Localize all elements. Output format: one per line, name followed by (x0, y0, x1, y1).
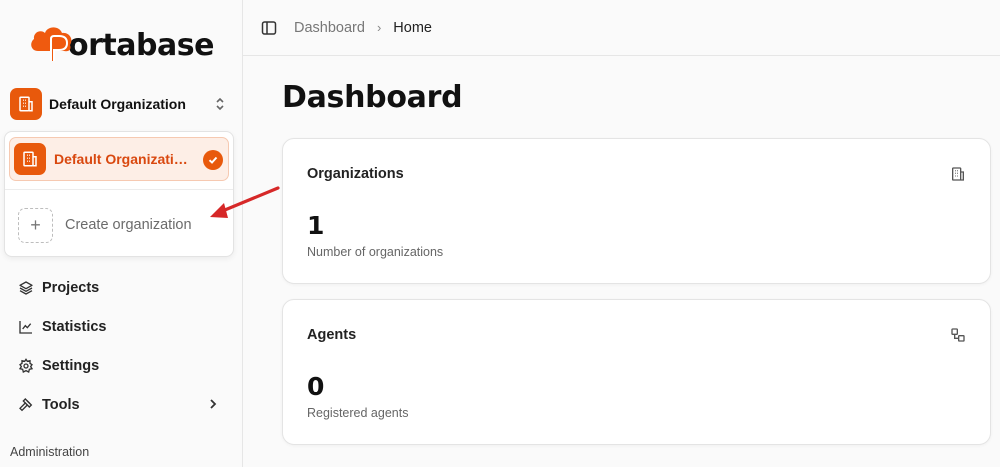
breadcrumb-chevron-icon: › (376, 20, 382, 35)
card-value: 1 (307, 211, 325, 240)
sidebar-item-tools[interactable]: Tools (18, 385, 226, 424)
network-icon (951, 328, 965, 342)
sidebar-item-label: Statistics (42, 318, 107, 335)
sidebar-item-label: Tools (42, 396, 80, 413)
app-logo[interactable]: ortabase (28, 18, 214, 64)
cloud-logo-icon (28, 21, 76, 61)
chevron-up-down-icon (216, 97, 224, 111)
org-menu-item-label: Default Organization (54, 151, 190, 167)
create-organization-button[interactable]: + Create organization (18, 207, 192, 243)
gear-icon (18, 357, 34, 373)
page-title: Dashboard (282, 80, 463, 115)
check-circle-icon (203, 150, 223, 170)
sidebar-toggle-icon[interactable] (261, 20, 277, 36)
top-bar: Dashboard › Home (243, 0, 1000, 56)
chevron-right-icon (210, 399, 217, 409)
create-organization-label: Create organization (65, 217, 192, 233)
org-menu-item-default[interactable]: Default Organization (9, 137, 229, 181)
sidebar-item-statistics[interactable]: Statistics (18, 307, 226, 346)
card-title: Organizations (307, 166, 404, 182)
building-icon (14, 143, 46, 175)
plus-icon: + (18, 207, 53, 243)
breadcrumb-dashboard[interactable]: Dashboard (294, 20, 365, 36)
logo-text: ortabase (68, 27, 214, 63)
breadcrumb-current: Home (393, 19, 432, 36)
chart-icon (19, 320, 32, 334)
org-switcher[interactable]: Default Organization (8, 86, 234, 122)
card-subtitle: Number of organizations (307, 245, 444, 259)
sidebar-nav: Projects Statistics Settings Tools (18, 268, 226, 424)
agents-card: Agents 0 Registered agents (282, 299, 991, 445)
hammer-icon (19, 397, 33, 411)
card-title: Agents (307, 327, 357, 343)
sidebar-item-label: Settings (42, 357, 100, 374)
sidebar: ortabase Default Organization Default Or… (0, 0, 243, 467)
organizations-card: Organizations 1 Number of organizations (282, 138, 991, 284)
dropdown-divider (5, 189, 233, 190)
sidebar-item-settings[interactable]: Settings (18, 346, 226, 385)
org-dropdown-menu: Default Organization + Create organizati… (4, 131, 234, 257)
sidebar-item-projects[interactable]: Projects (18, 268, 226, 307)
card-subtitle: Registered agents (307, 406, 409, 420)
org-switcher-label: Default Organization (49, 96, 186, 112)
building-icon (952, 167, 964, 181)
breadcrumb: Dashboard › Home (277, 20, 432, 36)
layers-icon (19, 280, 33, 295)
sidebar-section-administration: Administration (10, 445, 90, 459)
card-value: 0 (307, 372, 325, 401)
building-icon (10, 88, 42, 120)
sidebar-item-label: Projects (42, 279, 100, 296)
